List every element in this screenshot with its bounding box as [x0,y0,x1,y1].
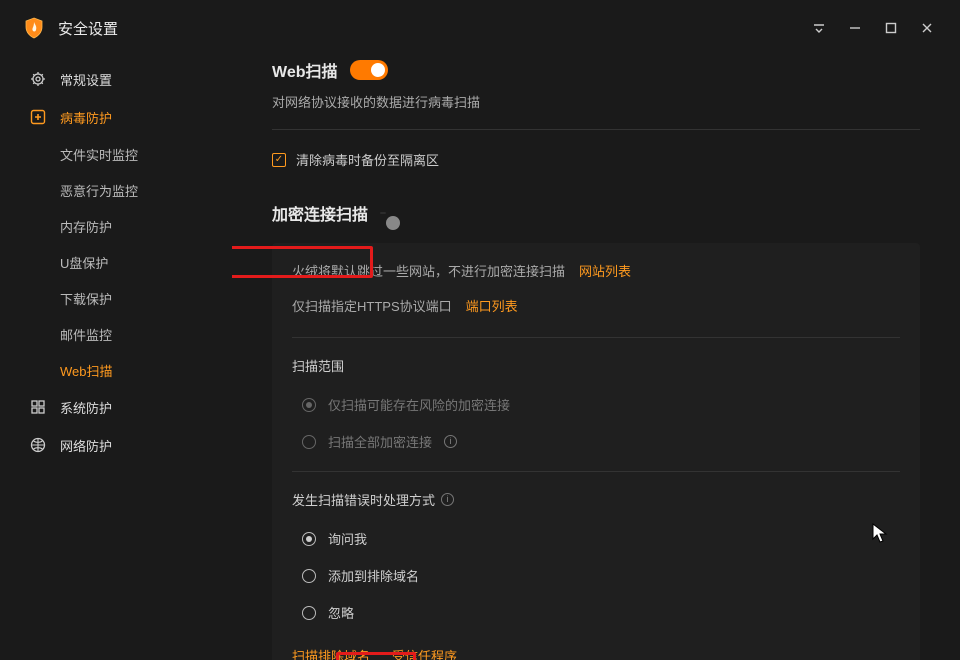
radio-selected-icon [302,398,316,412]
content-area: Web扫描 对网络协议接收的数据进行病毒扫描 ✓ 清除病毒时备份至隔离区 加密连… [232,56,960,660]
sidebar-sub-memory-protect[interactable]: 内存防护 [0,208,232,244]
panel-footer-links: 扫描排除域名 受信任程序 [292,646,900,660]
web-scan-toggle[interactable] [350,60,388,80]
https-ports-line: 仅扫描指定HTTPS协议端口 端口列表 [292,296,900,315]
err-radio-ignore[interactable]: 忽略 [292,595,900,632]
radio-icon [302,435,316,449]
divider [272,129,920,130]
sidebar-sub-file-realtime[interactable]: 文件实时监控 [0,136,232,172]
encrypted-scan-panel: 火绒将默认跳过一些网站，不进行加密连接扫描 网站列表 仅扫描指定HTTPS协议端… [272,243,920,660]
sidebar-item-network[interactable]: 网络防护 [0,426,232,464]
scope-radio-all[interactable]: 扫描全部加密连接 i [292,424,900,461]
title-bar: 安全设置 [0,0,960,56]
radio-selected-icon [302,532,316,546]
sidebar-item-virus[interactable]: 病毒防护 [0,98,232,136]
encrypted-scan-title: 加密连接扫描 [272,201,368,225]
scope-radio-label: 仅扫描可能存在风险的加密连接 [328,395,510,414]
err-radio-label: 询问我 [328,529,367,548]
sidebar-item-label: 系统防护 [60,398,112,417]
error-handling-label: 发生扫描错误时处理方式 i [292,490,900,509]
scope-radio-risky-only[interactable]: 仅扫描可能存在风险的加密连接 [292,387,900,424]
error-handling-label-text: 发生扫描错误时处理方式 [292,490,435,509]
sidebar-sub-web-scan[interactable]: Web扫描 [0,352,232,388]
radio-icon [302,606,316,620]
err-radio-label: 添加到排除域名 [328,566,419,585]
radio-icon [302,569,316,583]
web-scan-title: Web扫描 [272,58,338,82]
sidebar-sub-usb-protect[interactable]: U盘保护 [0,244,232,280]
grid-icon [30,399,46,415]
err-radio-label: 忽略 [328,603,354,622]
exclude-domains-link[interactable]: 扫描排除域名 [292,646,370,660]
sidebar-item-label: 病毒防护 [60,108,112,127]
divider [292,471,900,472]
backup-quarantine-checkbox-row[interactable]: ✓ 清除病毒时备份至隔离区 [272,150,920,169]
encrypted-scan-header: 加密连接扫描 [272,201,920,225]
maximize-button[interactable] [874,11,908,45]
backup-quarantine-label: 清除病毒时备份至隔离区 [296,150,439,169]
divider [292,337,900,338]
sidebar-item-system[interactable]: 系统防护 [0,388,232,426]
menu-dropdown-icon[interactable] [802,11,836,45]
checkbox-checked-icon: ✓ [272,153,286,167]
site-list-link[interactable]: 网站列表 [579,261,631,280]
minimize-button[interactable] [838,11,872,45]
skip-sites-note: 火绒将默认跳过一些网站，不进行加密连接扫描 [292,261,565,280]
info-icon[interactable]: i [441,493,454,506]
sidebar-item-label: 网络防护 [60,436,112,455]
sidebar-sub-malicious-behavior[interactable]: 恶意行为监控 [0,172,232,208]
scope-radio-label: 扫描全部加密连接 [328,432,432,451]
globe-icon [30,437,46,453]
gear-icon [30,71,46,87]
info-icon[interactable]: i [444,435,457,448]
sidebar-item-general[interactable]: 常规设置 [0,60,232,98]
err-radio-ask[interactable]: 询问我 [292,521,900,558]
sidebar-item-label: 常规设置 [60,70,112,89]
trusted-programs-link[interactable]: 受信任程序 [392,646,457,660]
web-scan-desc: 对网络协议接收的数据进行病毒扫描 [272,92,920,111]
window-title: 安全设置 [58,18,118,39]
skip-sites-line: 火绒将默认跳过一些网站，不进行加密连接扫描 网站列表 [292,261,900,280]
app-logo-icon [22,16,46,40]
encrypted-scan-toggle-wrap[interactable] [380,212,386,214]
https-ports-note: 仅扫描指定HTTPS协议端口 [292,296,452,315]
scan-scope-label-text: 扫描范围 [292,356,344,375]
sidebar-sub-download-protect[interactable]: 下载保护 [0,280,232,316]
close-button[interactable] [910,11,944,45]
plus-box-icon [30,109,46,125]
err-radio-add-exclude[interactable]: 添加到排除域名 [292,558,900,595]
sidebar-sub-mail-monitor[interactable]: 邮件监控 [0,316,232,352]
web-scan-header: Web扫描 [272,58,920,82]
scan-scope-label: 扫描范围 [292,356,900,375]
sidebar: 常规设置 病毒防护 文件实时监控 恶意行为监控 内存防护 U盘保护 下载保护 邮… [0,56,232,660]
port-list-link[interactable]: 端口列表 [466,296,518,315]
